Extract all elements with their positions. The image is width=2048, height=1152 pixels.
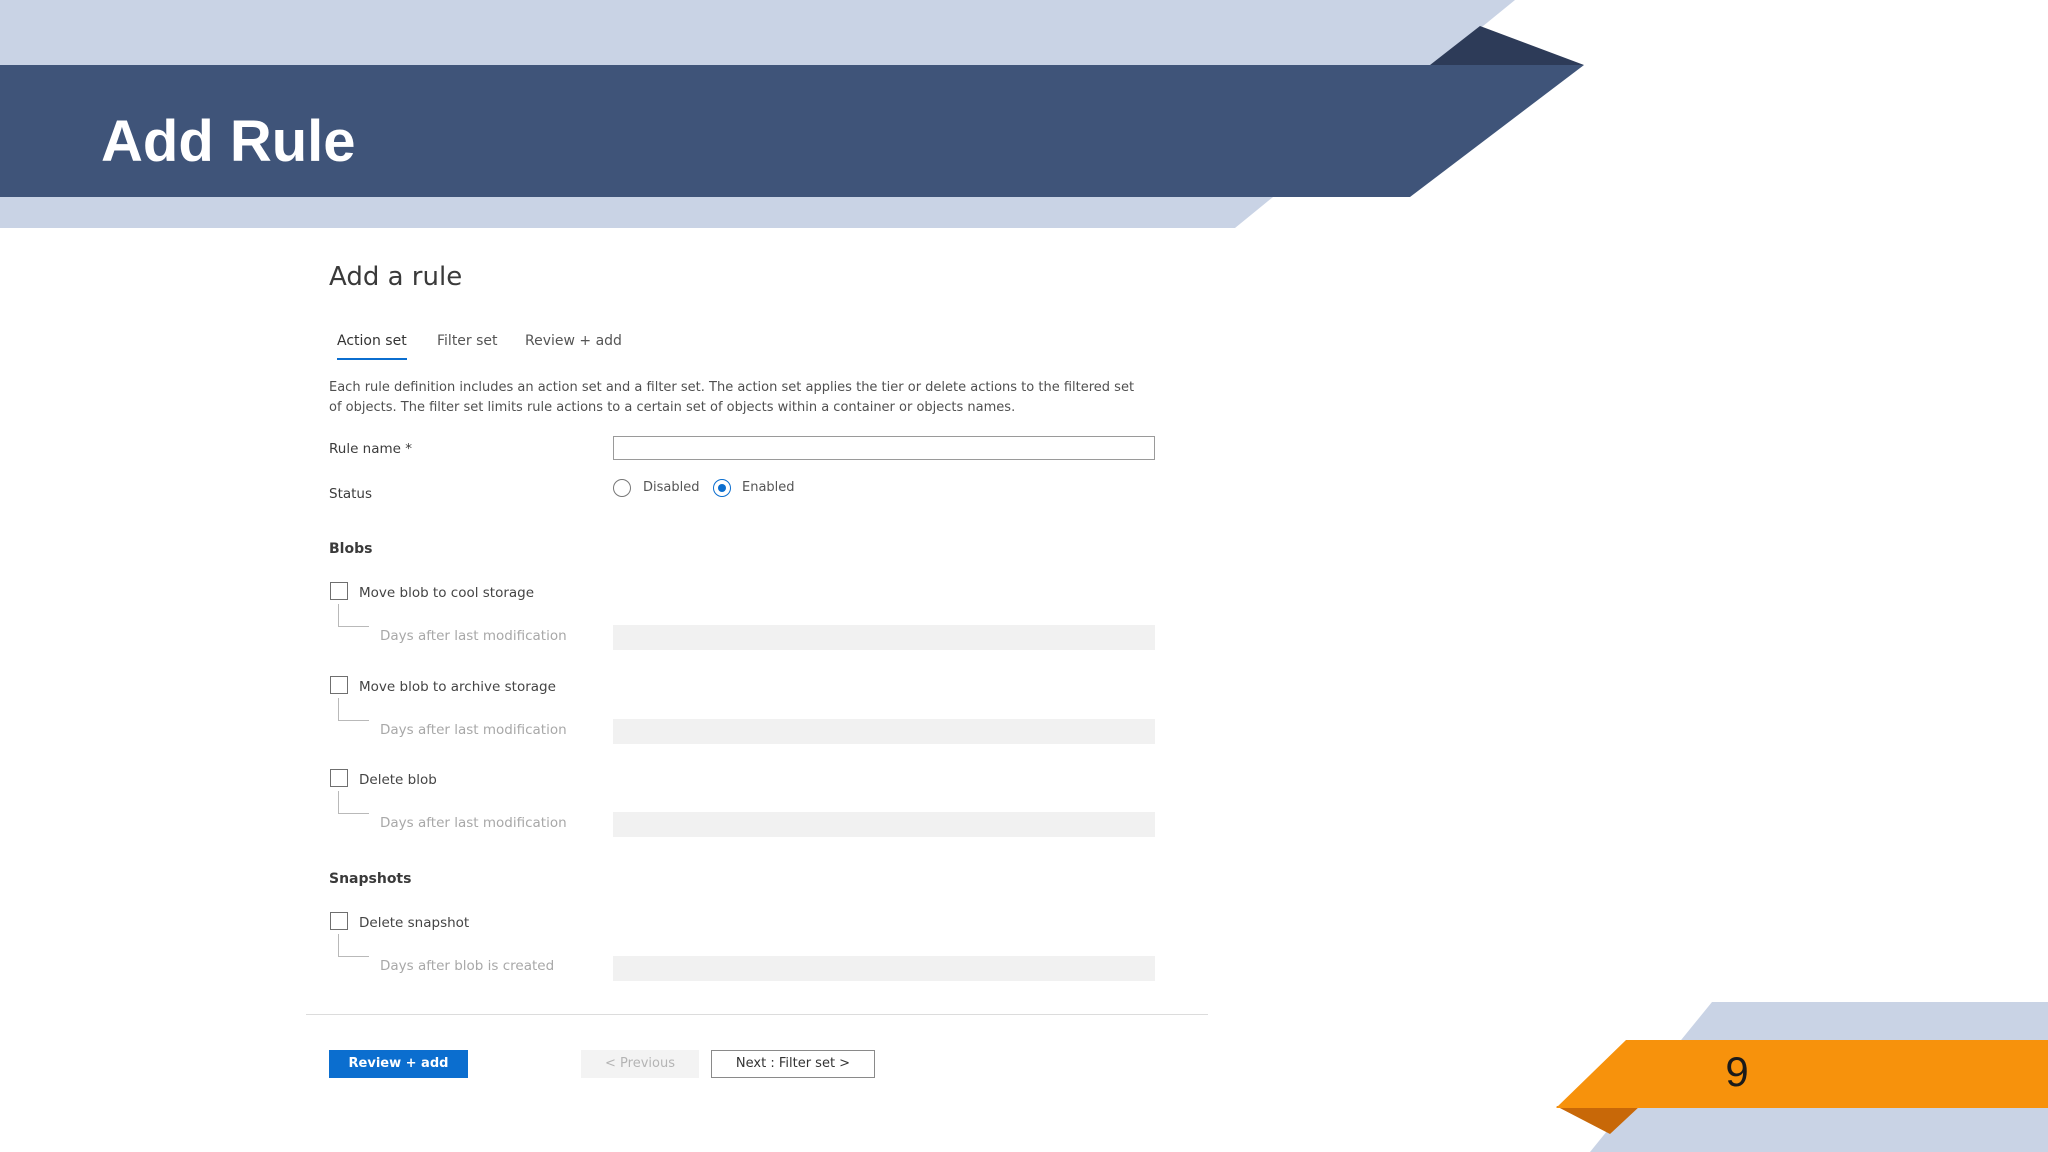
slide-title: Add Rule <box>101 109 356 174</box>
cool-storage-label[interactable]: Move blob to cool storage <box>359 585 534 601</box>
previous-button[interactable]: < Previous <box>581 1050 699 1078</box>
status-label: Status <box>329 486 373 502</box>
blobs-section-label: Blobs <box>329 541 373 557</box>
status-disabled-label[interactable]: Disabled <box>643 480 699 495</box>
archive-storage-days-input[interactable] <box>613 719 1155 744</box>
description-text: Each rule definition includes an action … <box>329 380 1135 415</box>
status-enabled-radio[interactable] <box>713 479 731 497</box>
tab-action-set[interactable]: Action set <box>337 332 407 360</box>
tree-connector <box>338 791 369 814</box>
review-add-button[interactable]: Review + add <box>329 1050 468 1078</box>
tree-connector <box>338 698 369 721</box>
next-filter-set-button[interactable]: Next : Filter set > <box>711 1050 875 1078</box>
delete-blob-label[interactable]: Delete blob <box>359 772 437 788</box>
delete-snapshot-checkbox[interactable] <box>330 912 348 930</box>
status-disabled-radio[interactable] <box>613 479 631 497</box>
footer-divider <box>306 1014 1208 1015</box>
cool-storage-days-label: Days after last modification <box>380 628 567 644</box>
cool-storage-checkbox[interactable] <box>330 582 348 600</box>
add-rule-panel: Add a rule Action set Filter set Review … <box>300 240 1220 1100</box>
delete-blob-days-input[interactable] <box>613 812 1155 837</box>
archive-storage-checkbox[interactable] <box>330 676 348 694</box>
tree-connector <box>338 934 369 957</box>
panel-title: Add a rule <box>329 262 463 292</box>
rule-name-label: Rule name * <box>329 441 413 457</box>
archive-storage-label[interactable]: Move blob to archive storage <box>359 679 556 695</box>
delete-snapshot-days-label: Days after blob is created <box>380 958 555 974</box>
delete-blob-checkbox[interactable] <box>330 769 348 787</box>
tab-review-add[interactable]: Review + add <box>525 332 622 358</box>
delete-snapshot-days-input[interactable] <box>613 956 1155 981</box>
archive-storage-days-label: Days after last modification <box>380 722 567 738</box>
status-enabled-label[interactable]: Enabled <box>742 480 795 495</box>
delete-blob-days-label: Days after last modification <box>380 815 567 831</box>
delete-snapshot-label[interactable]: Delete snapshot <box>359 915 469 931</box>
tree-connector <box>338 604 369 627</box>
snapshots-section-label: Snapshots <box>329 871 412 887</box>
rule-name-input[interactable] <box>613 436 1155 460</box>
cool-storage-days-input[interactable] <box>613 625 1155 650</box>
footer-orange-ribbon <box>1556 1040 2048 1108</box>
page-number: 9 <box>1725 1048 1749 1095</box>
tab-filter-set[interactable]: Filter set <box>437 332 498 358</box>
